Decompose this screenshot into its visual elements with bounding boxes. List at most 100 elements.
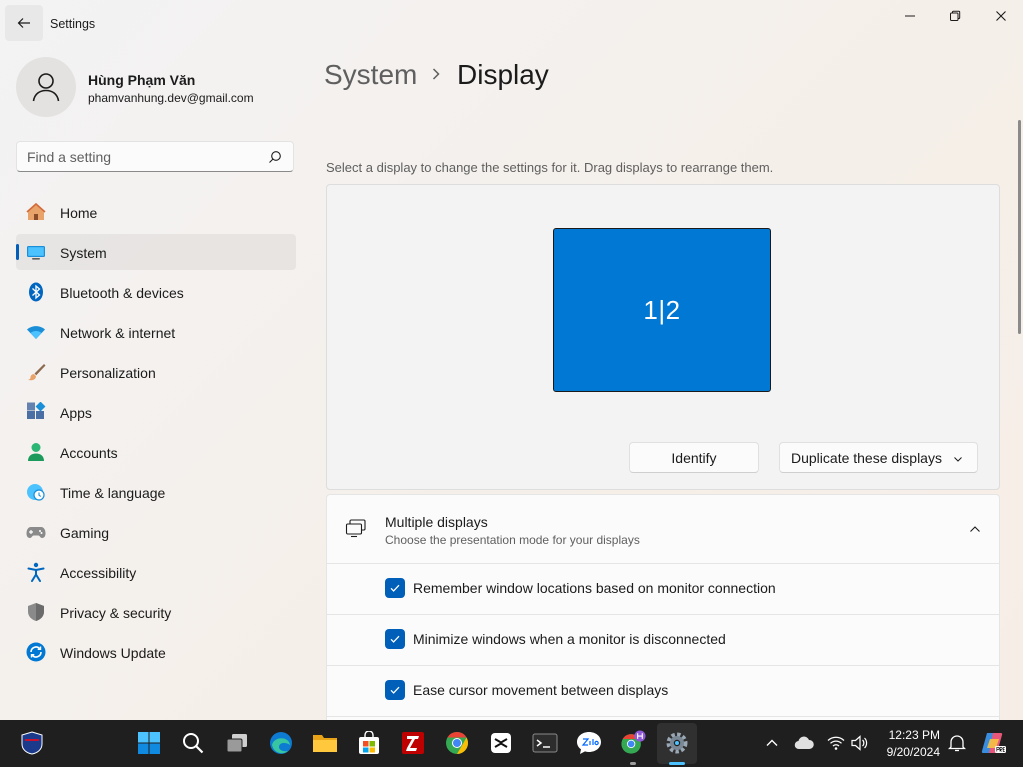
capcut-icon[interactable]: [488, 730, 514, 756]
sidebar-item-windows-update[interactable]: Windows Update: [16, 634, 296, 670]
sidebar-item-network[interactable]: Network & internet: [16, 314, 296, 350]
search-icon[interactable]: [180, 730, 206, 756]
folder-icon: [313, 735, 337, 752]
restore-button[interactable]: [933, 4, 977, 28]
start-icon[interactable]: [136, 730, 162, 756]
display-mode-dropdown[interactable]: Duplicate these displays: [779, 442, 978, 473]
chevron-up-icon: [766, 739, 778, 746]
sidebar-nav: Home System Bluetooth & devices Network …: [16, 194, 296, 674]
cloud-icon: [794, 736, 814, 750]
show-hidden-icons-button[interactable]: [760, 730, 784, 756]
sidebar-item-label: Privacy & security: [60, 605, 172, 621]
sidebar-item-home[interactable]: Home: [16, 194, 296, 230]
option-label: Ease cursor movement between displays: [413, 682, 669, 698]
checkbox-remember-window-locations[interactable]: [385, 578, 405, 598]
file-explorer-icon[interactable]: [312, 730, 338, 756]
settings-icon[interactable]: [664, 730, 690, 756]
sidebar-item-bluetooth[interactable]: Bluetooth & devices: [16, 274, 296, 310]
store-bag-icon: [359, 731, 379, 754]
update-icon: [26, 642, 46, 662]
gear-icon: [666, 732, 688, 754]
clock-globe-icon: [27, 484, 45, 501]
user-name: Hùng Phạm Văn: [88, 72, 196, 88]
option-row[interactable]: Minimize windows when a monitor is disco…: [327, 614, 999, 666]
sidebar-item-label: Accounts: [60, 445, 118, 461]
search-icon[interactable]: [268, 150, 282, 164]
identify-button[interactable]: Identify: [629, 442, 759, 473]
nfl-icon[interactable]: [19, 730, 45, 756]
chevron-right-icon: [432, 68, 440, 80]
app-title: Settings: [50, 17, 96, 31]
notification-icon[interactable]: [946, 730, 968, 756]
back-button[interactable]: [5, 5, 43, 41]
apps-icon: [27, 402, 46, 419]
gamepad-icon: [26, 527, 46, 538]
accounts-icon: [28, 443, 44, 461]
display-arrangement-area[interactable]: 1|2 Identify Duplicate these displays: [326, 184, 1000, 490]
person-icon: [32, 73, 60, 102]
accessibility-icon: [27, 562, 45, 582]
clock-time[interactable]: 12:23 PM: [880, 728, 940, 742]
home-icon: [26, 202, 46, 220]
store-icon[interactable]: [356, 730, 382, 756]
sidebar-item-accounts[interactable]: Accounts: [16, 434, 296, 470]
checkbox-ease-cursor-movement[interactable]: [385, 680, 405, 700]
wifi-icon: [27, 326, 45, 339]
filezilla-icon[interactable]: [400, 730, 426, 756]
minimize-icon: [905, 15, 915, 17]
edge-icon[interactable]: [268, 730, 294, 756]
sidebar-item-system[interactable]: System: [16, 234, 296, 270]
multiple-displays-header[interactable]: Multiple displays Choose the presentatio…: [327, 495, 999, 564]
sidebar-item-label: Time & language: [60, 485, 166, 501]
chrome-icon[interactable]: [444, 730, 470, 756]
zalo-icon[interactable]: [576, 730, 602, 756]
nfl-shield-icon: [21, 731, 43, 755]
display-mode-value: Duplicate these displays: [791, 449, 942, 466]
close-button[interactable]: [979, 4, 1023, 28]
restore-icon: [950, 10, 961, 21]
active-indicator: [669, 762, 685, 765]
copilot-logo-icon: [981, 733, 1006, 753]
option-row[interactable]: Remember window locations based on monit…: [327, 563, 999, 615]
chrome-profile-icon[interactable]: [620, 730, 646, 756]
clock-date[interactable]: 9/20/2024: [870, 745, 940, 759]
sidebar-item-label: Windows Update: [60, 645, 166, 661]
monitor-label: 1|2: [643, 294, 681, 325]
card-subtitle: Choose the presentation mode for your di…: [385, 533, 640, 547]
scrollbar-thumb[interactable]: [1018, 120, 1021, 334]
option-row[interactable]: Ease cursor movement between displays: [327, 665, 999, 717]
minimize-button[interactable]: [888, 4, 932, 28]
sidebar-item-label: Gaming: [60, 525, 110, 541]
onedrive-icon[interactable]: [792, 730, 816, 756]
volume-icon[interactable]: [848, 730, 872, 756]
option-label: Remember window locations based on monit…: [413, 580, 776, 596]
sidebar-item-accessibility[interactable]: Accessibility: [16, 554, 296, 590]
notification-bell-icon: [948, 735, 966, 752]
task-view-windows-icon: [226, 734, 247, 753]
avatar[interactable]: [16, 57, 76, 117]
card-title: Multiple displays: [385, 514, 488, 530]
back-arrow-icon: [17, 18, 30, 28]
breadcrumb-system[interactable]: System: [324, 59, 417, 91]
multiple-displays-card: Multiple displays Choose the presentatio…: [326, 494, 1000, 720]
chevron-up-icon[interactable]: [969, 523, 981, 535]
sidebar-item-privacy[interactable]: Privacy & security: [16, 594, 296, 630]
sidebar-item-gaming[interactable]: Gaming: [16, 514, 296, 550]
task-view-icon[interactable]: [224, 730, 250, 756]
search-input[interactable]: [27, 148, 257, 166]
title-bar: Settings: [0, 0, 1023, 48]
checkbox-minimize-windows[interactable]: [385, 629, 405, 649]
sidebar-item-time-language[interactable]: Time & language: [16, 474, 296, 510]
copilot-icon[interactable]: [980, 730, 1008, 756]
wifi-status-icon[interactable]: [824, 730, 848, 756]
sidebar-item-apps[interactable]: Apps: [16, 394, 296, 430]
checkmark-icon: [390, 635, 400, 643]
sidebar-item-personalization[interactable]: Personalization: [16, 354, 296, 390]
system-icon: [27, 246, 45, 260]
terminal-icon[interactable]: [532, 730, 558, 756]
sidebar-item-label: Personalization: [60, 365, 156, 381]
monitor-tile[interactable]: 1|2: [553, 228, 771, 392]
search-box[interactable]: [16, 141, 294, 172]
chrome-logo-icon: [446, 732, 468, 754]
multiple-displays-icon: [345, 519, 366, 538]
